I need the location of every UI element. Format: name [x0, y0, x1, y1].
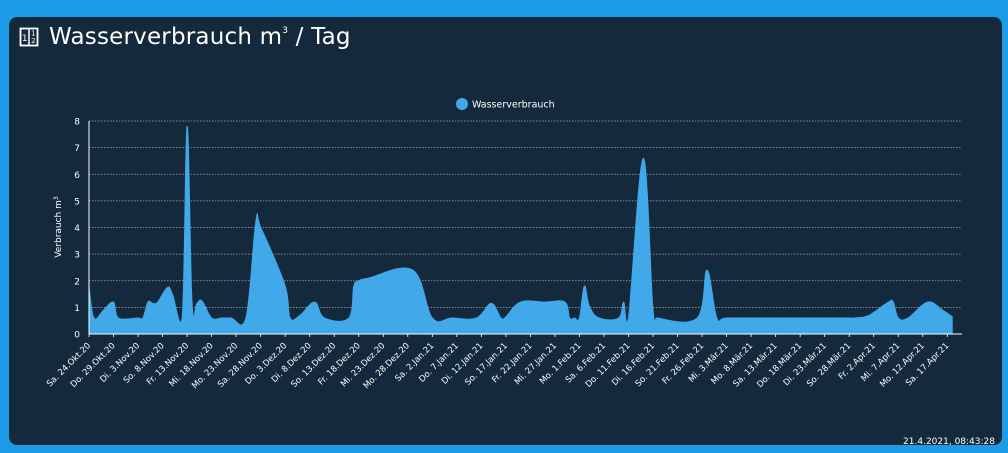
- grid-layer: [89, 120, 962, 308]
- series-area-wasserverbrauch: [88, 125, 953, 335]
- water-usage-chart: 012345678Sa. 24.Okt.20Do. 29.Okt.20Di. 3…: [45, 98, 962, 391]
- y-tick-label: 8: [74, 118, 80, 128]
- y-tick-label: 7: [74, 144, 80, 154]
- y-tick-label: 3: [74, 251, 80, 261]
- last-update-timestamp: 21.4.2021, 08:43:28: [903, 437, 995, 447]
- legend-label: Wasserverbrauch: [472, 100, 555, 111]
- y-tick-label: 2: [74, 277, 80, 287]
- x-tick-label: Sa. 17.Apr.21: [904, 341, 951, 388]
- legend-marker: [456, 98, 468, 110]
- y-tick-label: 6: [74, 171, 80, 181]
- legend[interactable]: Wasserverbrauch: [456, 98, 555, 111]
- series-layer: [88, 125, 953, 335]
- y-tick-label: 0: [74, 331, 80, 341]
- y-tick-label: 5: [74, 197, 80, 207]
- y-tick-label: 4: [74, 224, 80, 234]
- y-tick-label: 1: [74, 304, 80, 314]
- y-axis-label: Verbrauch m3: [53, 196, 64, 258]
